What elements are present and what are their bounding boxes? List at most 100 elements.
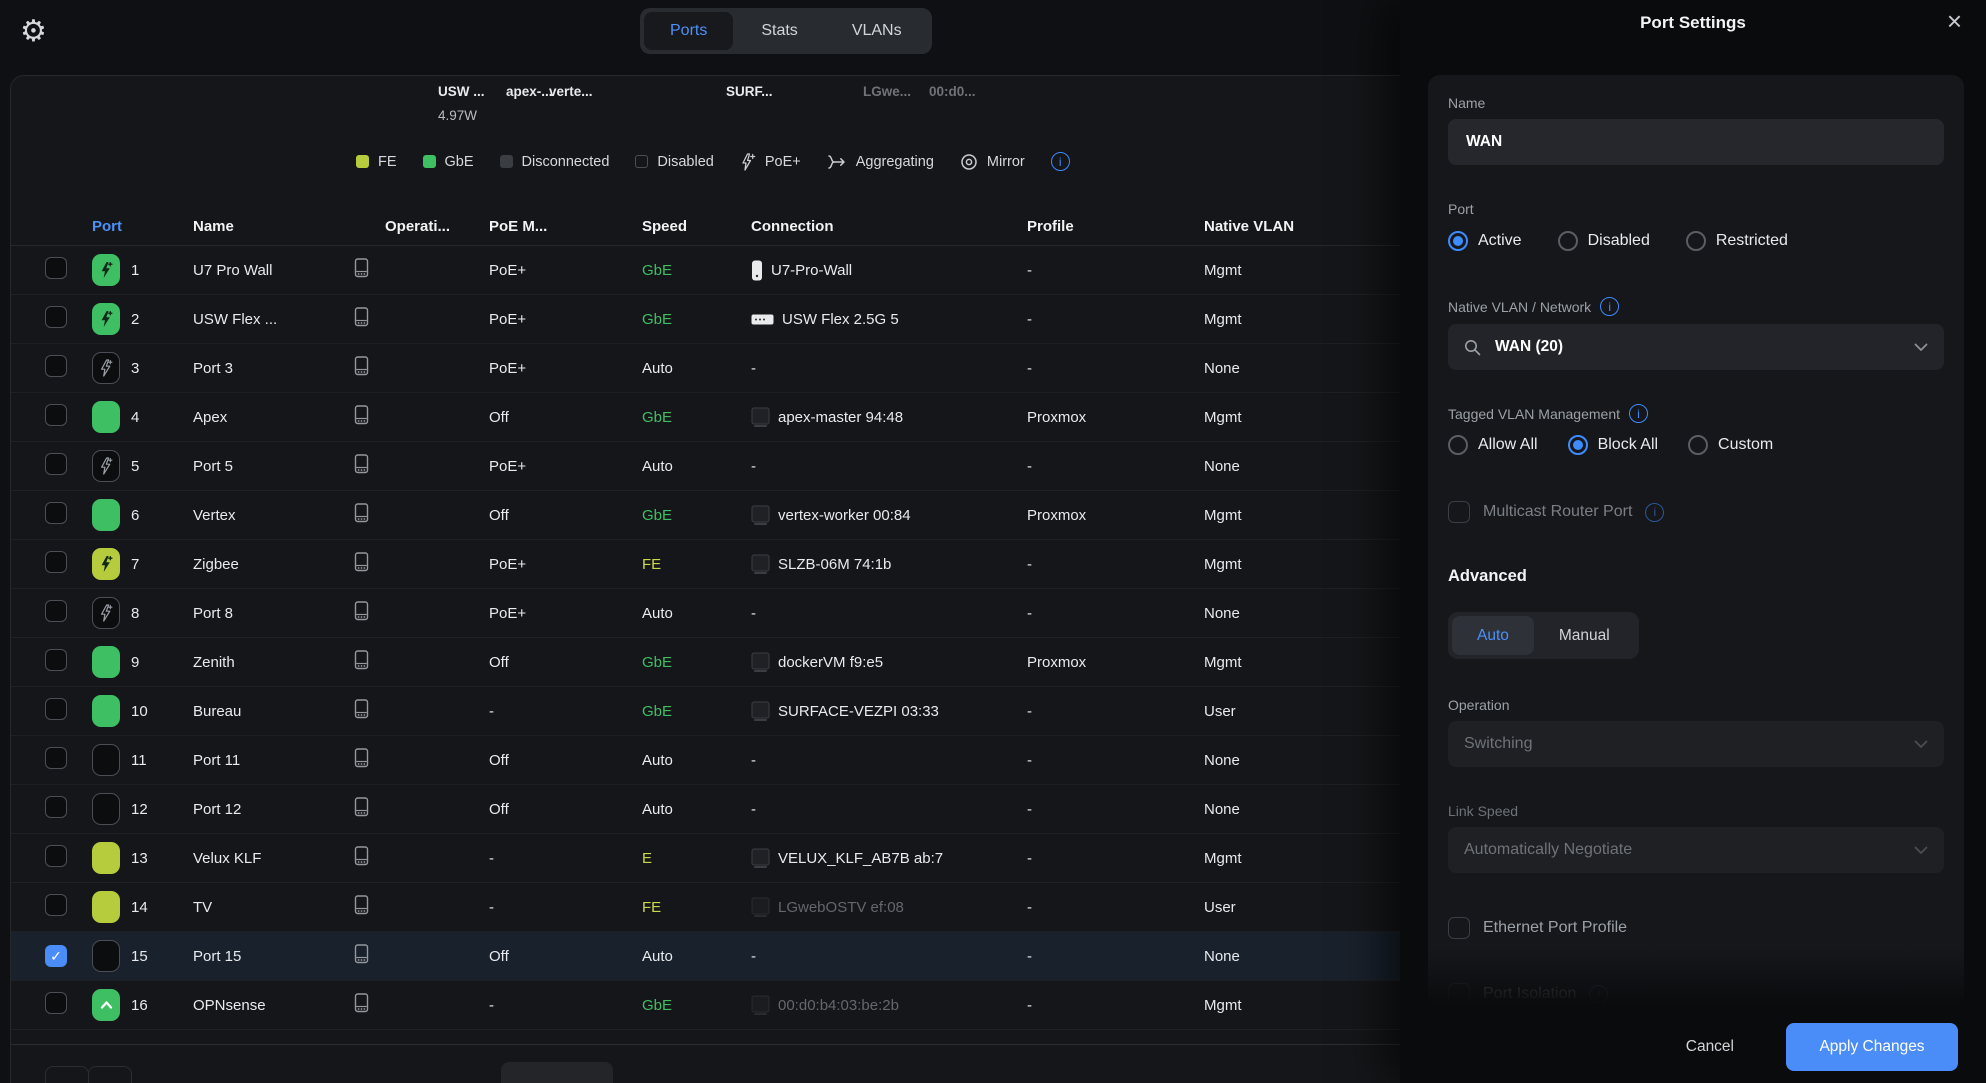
column-header-connection[interactable]: Connection: [751, 218, 1027, 235]
port-status-icon: [92, 989, 120, 1021]
ap-icon: [751, 260, 763, 281]
row-checkbox[interactable]: [45, 502, 67, 524]
port-status-icon: [92, 842, 120, 874]
port-status-icon: [92, 597, 120, 629]
legend-info-icon[interactable]: i: [1051, 152, 1070, 171]
server-icon: [751, 652, 770, 673]
port-name: Velux KLF: [193, 850, 353, 867]
speed: GbE: [642, 703, 751, 720]
column-header-operation[interactable]: Operati...: [353, 218, 489, 235]
port-name: Zenith: [193, 654, 353, 671]
profile: -: [1027, 262, 1204, 279]
radio-block-all[interactable]: Block All: [1568, 435, 1658, 455]
row-checkbox[interactable]: [45, 992, 67, 1014]
multicast-router-port-checkbox[interactable]: Multicast Router Port i: [1448, 501, 1944, 523]
connected-device-label: 00:d0...: [929, 84, 976, 99]
connected-device-label: SURF...: [726, 84, 773, 99]
switch-device-icon: [353, 503, 489, 527]
tab-vlans[interactable]: VLANs: [826, 12, 928, 50]
port-number: 16: [131, 997, 193, 1014]
switch-device-icon: [353, 699, 489, 723]
pagination-next-button[interactable]: [88, 1066, 132, 1083]
speed: GbE: [642, 997, 751, 1014]
row-checkbox[interactable]: [45, 747, 67, 769]
column-header-speed[interactable]: Speed: [642, 218, 751, 235]
port-number: 13: [131, 850, 193, 867]
port-number: 11: [131, 752, 193, 769]
tab-stats[interactable]: Stats: [735, 12, 823, 50]
profile: -: [1027, 458, 1204, 475]
radio-active[interactable]: Active: [1448, 231, 1522, 251]
connected-device-label: apex-...: [506, 84, 553, 99]
ethernet-port-profile-checkbox[interactable]: Ethernet Port Profile: [1448, 917, 1944, 939]
speed: GbE: [642, 507, 751, 524]
row-checkbox[interactable]: [45, 845, 67, 867]
column-header-port[interactable]: Port: [92, 218, 193, 235]
apply-changes-button[interactable]: Apply Changes: [1786, 1023, 1958, 1071]
row-checkbox[interactable]: ✓: [45, 945, 67, 967]
legend-item: FE: [356, 154, 397, 170]
row-checkbox[interactable]: [45, 355, 67, 377]
poe-mode: PoE+: [489, 311, 642, 328]
operation-select: Switching: [1448, 721, 1944, 767]
search-icon: [1464, 339, 1481, 356]
port-name: Vertex: [193, 507, 353, 524]
row-checkbox[interactable]: [45, 796, 67, 818]
name-input[interactable]: WAN: [1448, 119, 1944, 165]
pagination-prev-button[interactable]: [45, 1066, 89, 1083]
settings-gear-icon[interactable]: ⚙: [20, 14, 47, 49]
disconnected-swatch: [500, 155, 513, 168]
row-checkbox[interactable]: [45, 306, 67, 328]
port-isolation-checkbox[interactable]: Port Isolation i: [1448, 983, 1944, 1005]
mode-manual[interactable]: Manual: [1534, 616, 1635, 655]
radio-disabled[interactable]: Disabled: [1558, 231, 1650, 251]
port-status-icon: [92, 548, 120, 580]
poe-mode: Off: [489, 409, 642, 426]
poe-mode: PoE+: [489, 556, 642, 573]
close-icon[interactable]: ×: [1947, 6, 1962, 37]
multicast-info-icon[interactable]: i: [1645, 503, 1664, 522]
port-number: 5: [131, 458, 193, 475]
speed: Auto: [642, 801, 751, 818]
row-checkbox[interactable]: [45, 453, 67, 475]
poe-mode: PoE+: [489, 262, 642, 279]
column-header-name[interactable]: Name: [193, 218, 353, 235]
native-vlan-info-icon[interactable]: i: [1600, 297, 1619, 316]
poe-icon: [740, 153, 756, 171]
row-checkbox[interactable]: [45, 551, 67, 573]
pagination-page-button[interactable]: [501, 1062, 613, 1083]
profile: -: [1027, 997, 1204, 1014]
row-checkbox[interactable]: [45, 600, 67, 622]
radio-restricted[interactable]: Restricted: [1686, 231, 1788, 251]
row-checkbox[interactable]: [45, 698, 67, 720]
switch-icon: [751, 314, 774, 325]
row-checkbox[interactable]: [45, 649, 67, 671]
tagged-vlan-radio-group: Allow All Block All Custom: [1448, 435, 1944, 455]
connection: USW Flex 2.5G 5: [751, 311, 1027, 328]
server-icon: [751, 407, 770, 428]
tab-ports[interactable]: Ports: [644, 12, 733, 50]
port-isolation-info-icon[interactable]: i: [1589, 985, 1608, 1004]
radio-custom[interactable]: Custom: [1688, 435, 1773, 455]
column-header-poe-mode[interactable]: PoE M...: [489, 218, 642, 235]
cancel-button[interactable]: Cancel: [1686, 1038, 1734, 1056]
speed: Auto: [642, 458, 751, 475]
switch-device-icon: [353, 356, 489, 380]
server-icon: [751, 701, 770, 722]
row-checkbox[interactable]: [45, 404, 67, 426]
row-checkbox[interactable]: [45, 894, 67, 916]
port-status-icon: [92, 352, 120, 384]
native-vlan-select[interactable]: WAN (20): [1448, 324, 1944, 370]
column-header-profile[interactable]: Profile: [1027, 218, 1204, 235]
port-state-radio-group: Active Disabled Restricted: [1448, 231, 1944, 251]
legend-item: PoE+: [740, 153, 801, 171]
mode-auto[interactable]: Auto: [1452, 616, 1534, 655]
tagged-vlan-info-icon[interactable]: i: [1629, 404, 1648, 423]
radio-allow-all[interactable]: Allow All: [1448, 435, 1538, 455]
legend-item: Aggregating: [827, 154, 934, 170]
port-name: Apex: [193, 409, 353, 426]
legend-item: Disabled: [635, 154, 713, 170]
server-icon: [751, 554, 770, 575]
port-name: Bureau: [193, 703, 353, 720]
row-checkbox[interactable]: [45, 257, 67, 279]
